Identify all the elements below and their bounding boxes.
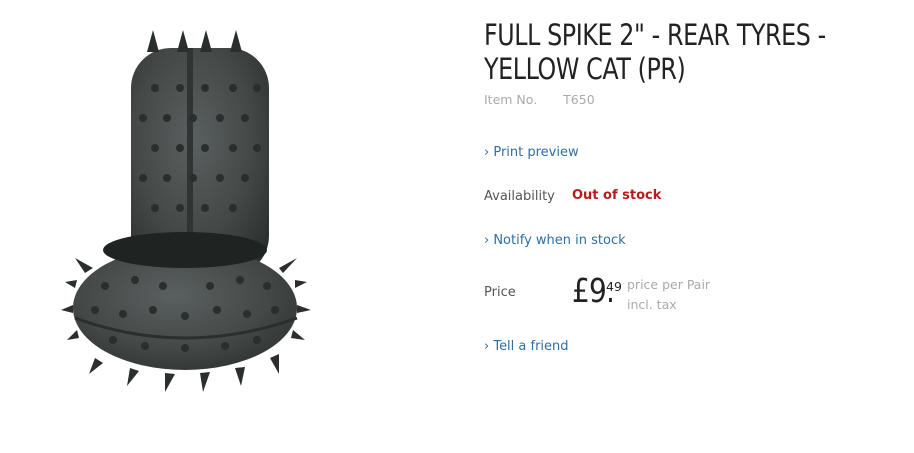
stock-status: Out of stock xyxy=(572,188,662,203)
price-cents: 49 xyxy=(606,279,622,294)
product-image[interactable] xyxy=(35,18,335,413)
price-unit: price per Pair xyxy=(627,277,711,292)
print-preview-link[interactable]: › Print preview xyxy=(484,145,579,160)
product-title: FULL SPIKE 2" - REAR TYRES - YELLOW CAT … xyxy=(484,18,826,86)
rear-tyre-lying xyxy=(61,232,311,392)
tell-a-friend-link[interactable]: › Tell a friend xyxy=(484,339,569,354)
availability-label: Availability xyxy=(484,189,555,204)
item-number-value: T650 xyxy=(563,92,595,107)
price-label: Price xyxy=(484,285,516,300)
item-number-label: Item No. xyxy=(484,92,538,107)
tyres-illustration xyxy=(61,30,311,392)
price-tax-note: incl. tax xyxy=(627,297,677,312)
price-meta: price per Pair incl. tax xyxy=(627,275,710,315)
notify-when-in-stock-link[interactable]: › Notify when in stock xyxy=(484,233,626,248)
item-number: Item No. T650 xyxy=(484,92,595,107)
